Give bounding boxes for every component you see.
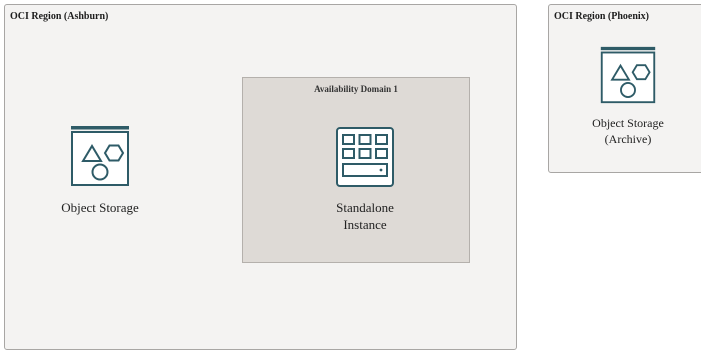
object-storage-icon [71,126,129,186]
node-label: Object Storage (Archive) [592,116,664,146]
compute-instance-icon [336,127,394,187]
node-label: Standalone Instance [336,200,394,232]
node-label: Object Storage [61,200,139,215]
standalone-instance-node[interactable]: Standalone Instance [295,126,435,233]
region-label: OCI Region (Phoenix) [554,11,649,22]
availability-domain-label: Availability Domain 1 [314,84,398,94]
object-storage-icon [600,46,656,104]
region-label: OCI Region (Ashburn) [10,11,109,22]
object-storage-archive-node[interactable]: Object Storage (Archive) [568,45,688,147]
object-storage-node[interactable]: Object Storage [30,125,170,216]
